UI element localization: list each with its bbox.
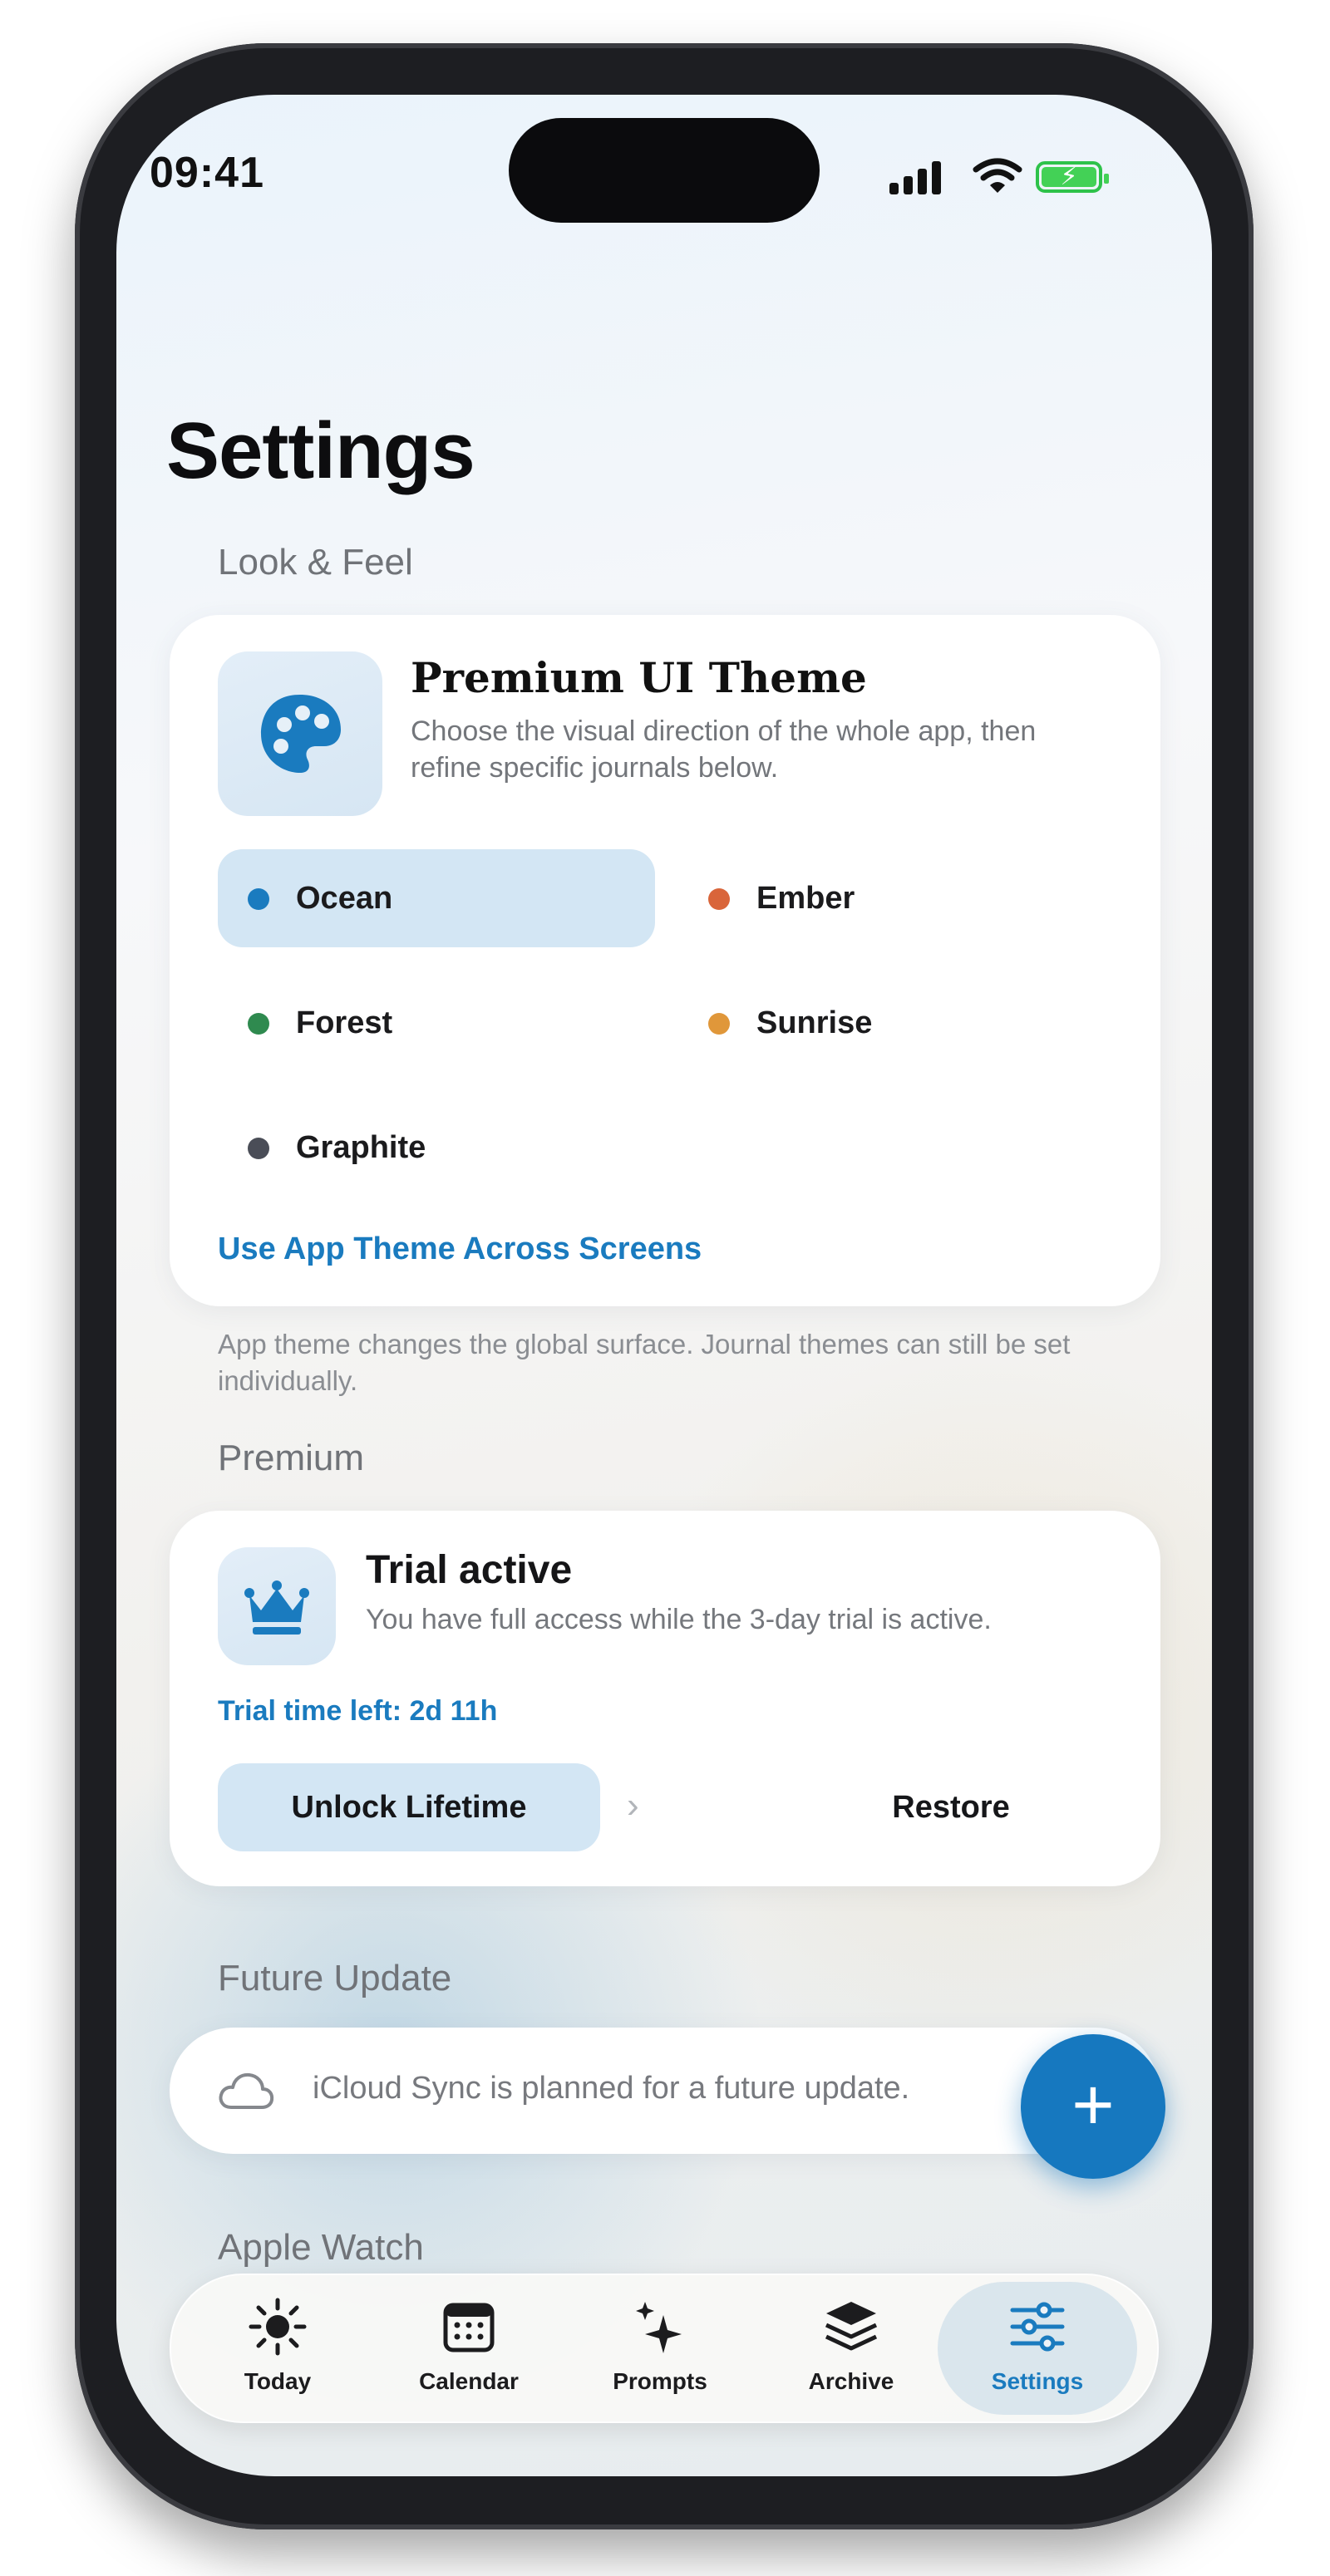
theme-footnote: App theme changes the global surface. Jo…: [218, 1329, 1071, 1396]
theme-icon-tile: [218, 651, 382, 816]
icloud-sync-message: iCloud Sync is planned for a future upda…: [313, 2071, 910, 2106]
sparkles-icon: [636, 2302, 682, 2353]
use-app-theme-link[interactable]: Use App Theme Across Screens: [218, 1231, 702, 1267]
palette-icon: [261, 695, 341, 773]
tab-label: Settings: [991, 2368, 1084, 2394]
tab-calendar[interactable]: Calendar: [377, 2275, 560, 2421]
tab-label: Archive: [808, 2368, 894, 2394]
battery-icon: ⚡: [1036, 161, 1109, 193]
color-dot: [708, 1013, 730, 1035]
signal-icon: [889, 156, 956, 194]
section-header-apple-watch: Apple Watch: [218, 2227, 424, 2268]
tab-settings[interactable]: Settings: [938, 2275, 1137, 2421]
theme-option-forest[interactable]: Forest: [218, 974, 655, 1072]
section-header-premium: Premium: [218, 1438, 365, 1478]
theme-option-graphite[interactable]: Graphite: [218, 1099, 655, 1197]
trial-time-left: Trial time left: 2d 11h: [218, 1695, 498, 1727]
section-header-future-update: Future Update: [218, 1958, 452, 1998]
crown-icon: [244, 1581, 309, 1635]
trial-description: You have full access while the 3-day tri…: [366, 1604, 992, 1635]
tab-label: Today: [244, 2368, 312, 2394]
theme-option-label: Ocean: [296, 881, 393, 916]
wifi-icon: [973, 158, 1022, 193]
premium-card: Trial active You have full access while …: [170, 1511, 1160, 1886]
status-time: 09:41: [150, 149, 264, 197]
calendar-icon: [443, 2303, 495, 2352]
theme-option-label: Sunrise: [756, 1005, 873, 1040]
theme-option-label: Forest: [296, 1005, 393, 1040]
color-dot: [708, 888, 730, 910]
premium-icon-tile: [218, 1547, 336, 1665]
restore-button[interactable]: Restore: [751, 1763, 1150, 1851]
tab-label: Calendar: [419, 2368, 519, 2394]
theme-card-title: Premium UI Theme: [411, 653, 867, 702]
chevron-right-icon: ›: [627, 1785, 639, 1826]
theme-card-description: Choose the visual direction of the whole…: [411, 715, 1037, 784]
icloud-sync-card: iCloud Sync is planned for a future upda…: [170, 2028, 1159, 2154]
color-dot: [248, 1138, 269, 1159]
theme-option-ember[interactable]: Ember: [678, 849, 1116, 947]
stack-icon: [825, 2302, 878, 2351]
dynamic-island: [509, 118, 820, 223]
add-entry-button[interactable]: +: [1021, 2034, 1165, 2179]
sliders-icon: [1010, 2302, 1065, 2352]
theme-option-sunrise[interactable]: Sunrise: [678, 974, 1116, 1072]
status-icons: ⚡: [889, 156, 1330, 198]
page-title: Settings: [166, 406, 475, 495]
color-dot: [248, 1013, 269, 1035]
cloud-icon: [219, 2072, 274, 2109]
tab-prompts[interactable]: Prompts: [569, 2275, 751, 2421]
theme-option-label: Ember: [756, 881, 855, 916]
sun-icon: [249, 2298, 307, 2356]
tab-archive[interactable]: Archive: [760, 2275, 943, 2421]
tab-today[interactable]: Today: [186, 2275, 369, 2421]
theme-card: Premium UI Theme Choose the visual direc…: [170, 615, 1160, 1306]
tab-bar: Today Calendar Prompts Archive Settings: [170, 2274, 1159, 2423]
theme-option-ocean[interactable]: Ocean: [218, 849, 655, 947]
color-dot: [248, 888, 269, 910]
unlock-lifetime-button[interactable]: Unlock Lifetime: [218, 1763, 600, 1851]
theme-option-label: Graphite: [296, 1130, 426, 1165]
tab-label: Prompts: [613, 2368, 707, 2394]
trial-title: Trial active: [366, 1548, 573, 1592]
section-header-look-feel: Look & Feel: [218, 542, 413, 583]
